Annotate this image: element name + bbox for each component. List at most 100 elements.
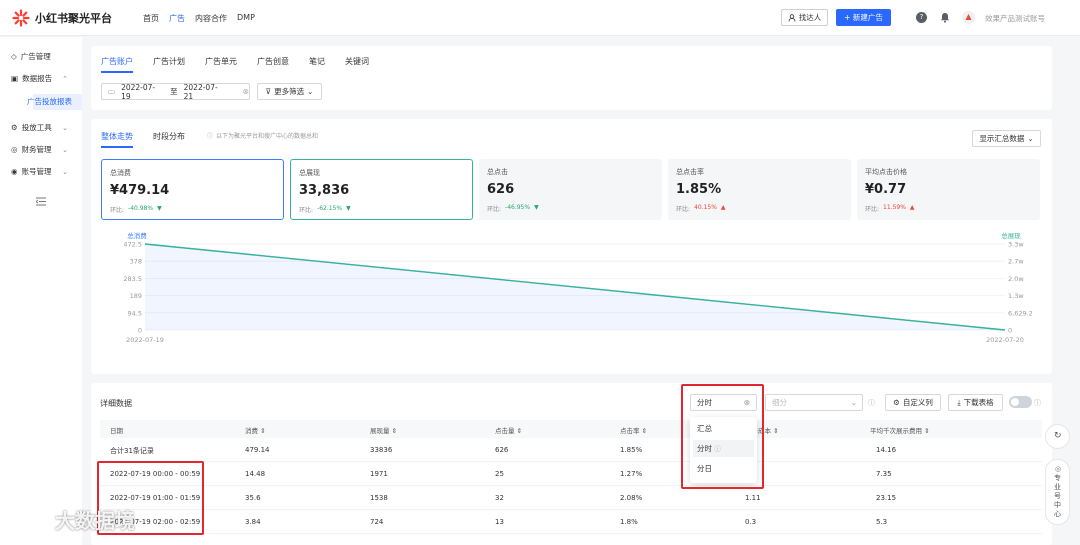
metric-value: ¥0.77 <box>865 182 907 197</box>
help-icon[interactable]: ? <box>916 12 927 23</box>
new-ad-button[interactable]: + 新建广告 <box>836 9 891 26</box>
subdivide-select[interactable]: 细分 ⌄ <box>765 394 863 411</box>
sidebar-item-label: 广告管理 <box>20 52 51 61</box>
column-header-clicks[interactable]: 点击量 ⇕ <box>495 425 522 435</box>
nav-content[interactable]: 内容合作 <box>195 13 227 24</box>
nav-home[interactable]: 首页 <box>143 13 159 24</box>
nav-dmp[interactable]: DMP <box>237 13 255 24</box>
metric-change-label: 环比: <box>865 206 880 213</box>
more-filter-button[interactable]: ⊽ 更多筛选 ⌄ <box>257 83 322 100</box>
download-table-button[interactable]: ⤓ 下载表格 <box>948 394 1003 411</box>
sidebar-item-account[interactable]: ◉ 账号管理 ⌄ <box>11 166 76 177</box>
cell-cpm: 14.16 <box>876 446 897 454</box>
clear-icon[interactable]: ⊗ <box>243 87 249 96</box>
y-left-axis-label: 总消费 <box>127 231 147 240</box>
y-left-tick-label: 283.5 <box>123 275 142 283</box>
pro-icon: ◎ <box>1055 465 1062 473</box>
sidebar-item-data-report[interactable]: ▣ 数据报告 ⌃ <box>11 73 76 84</box>
metric-value: ¥479.14 <box>110 183 170 198</box>
date-range-picker[interactable]: ▭ 2022-07-19 至 2022-07-21 ⊗ <box>101 83 250 101</box>
cell-cpm: 23.15 <box>876 494 897 502</box>
tab-plan[interactable]: 广告计划 <box>153 56 185 67</box>
table-row: 2022-07-19 01:00 - 01:59 35.6 1538 32 2.… <box>100 486 1042 510</box>
account-name[interactable]: 效果产品测试账号 <box>985 13 1045 24</box>
metric-change: 环比: -40.98% ▼ <box>110 205 275 214</box>
table-header: 日期 消费 ⇕ 展现量 ⇕ 点击量 ⇕ 点击率 ⇕ 点击成本 ⇕ 平均千次展示费… <box>100 420 1042 438</box>
column-header-label: 消费 <box>245 427 258 435</box>
more-filter-label: 更多筛选 <box>274 87 305 96</box>
tab-creative[interactable]: 广告创意 <box>257 56 289 67</box>
sidebar-item-finance[interactable]: ◎ 财务管理 ⌄ <box>11 144 76 155</box>
x-tick-label: 2022-07-20 <box>986 336 1024 344</box>
chart-icon: ▣ <box>11 74 19 83</box>
metric-label: 平均点击价格 <box>865 168 907 176</box>
metric-card-ctr[interactable]: 总点击率 1.85% 环比: 40.15% ▲ <box>668 159 851 220</box>
cell-ctr: 2.08% <box>620 494 643 502</box>
table-toggle[interactable] <box>1009 396 1032 408</box>
metric-change-value: 40.15% <box>694 204 717 211</box>
refresh-widget[interactable]: ↻ <box>1045 424 1070 449</box>
y-left-tick-label: 378 <box>130 258 142 266</box>
column-header-label: 点击量 <box>495 427 515 435</box>
y-right-tick-label: 0 <box>1008 327 1012 335</box>
chevron-up-icon: ⌃ <box>62 74 68 83</box>
sidebar-item-ad-management[interactable]: ◇ 广告管理 <box>11 51 76 62</box>
tab-keyword[interactable]: 关键词 <box>345 56 369 67</box>
summary-select[interactable]: 显示汇总数据 ⌄ <box>972 130 1041 147</box>
metric-change: 环比: -46.95% ▼ <box>487 204 654 213</box>
cell-ctr: 1.8% <box>620 518 638 526</box>
nav-ads[interactable]: 广告 <box>169 13 185 24</box>
column-header-ctr[interactable]: 点击率 ⇕ <box>620 425 647 435</box>
info-icon[interactable]: ⓘ <box>1034 398 1041 408</box>
y-right-tick-label: 2.0w <box>1008 275 1024 283</box>
column-header-impressions[interactable]: 展现量 ⇕ <box>370 425 397 435</box>
sidebar: ◇ 广告管理 ▣ 数据报告 ⌃ 广告投放报表 ⚙ 投放工具 ⌄ ◎ 财务管理 ⌄ ◉ 账号管理 ⌄ <box>0 37 82 545</box>
cell-cost: 479.14 <box>245 446 270 454</box>
custom-columns-button[interactable]: ⚙ 自定义列 <box>885 394 941 411</box>
bell-icon[interactable] <box>940 12 950 23</box>
metric-label: 总消费 <box>110 169 131 177</box>
tab-overall-trend[interactable]: 整体走势 <box>101 131 133 148</box>
watermark-text: 大数据境 <box>54 509 135 533</box>
metric-card-impressions[interactable]: 总展现 33,836 环比: -62.15% ▼ <box>290 159 473 220</box>
sidebar-item-ad-report[interactable]: 广告投放报表 <box>27 94 82 110</box>
cell-cost: 14.48 <box>245 470 266 478</box>
cell-cost: 35.6 <box>245 494 261 502</box>
cell-cost: 3.84 <box>245 518 261 526</box>
chevron-down-icon: ⌄ <box>1027 134 1034 143</box>
column-header-date[interactable]: 日期 <box>110 425 123 435</box>
logo-icon <box>12 9 30 27</box>
watermark: 大数据境 <box>6 505 135 534</box>
column-header-cost[interactable]: 消费 ⇕ <box>245 425 266 435</box>
find-talent-button[interactable]: 找达人 <box>781 9 828 26</box>
pro-center-widget[interactable]: ◎ 专业号中心 <box>1045 459 1070 525</box>
tab-account[interactable]: 广告账户 <box>101 56 133 73</box>
column-header-cpm[interactable]: 平均千次展示费用 ⇕ <box>870 425 930 435</box>
tab-note[interactable]: 笔记 <box>309 56 325 67</box>
top-bar: 小红书聚光平台 首页 广告 内容合作 DMP 找达人 + 新建广告 ? 效果产品… <box>0 0 1080 36</box>
metric-card-cost[interactable]: 总消费 ¥479.14 环比: -40.98% ▼ <box>101 159 284 220</box>
y-right-tick-label: 6,629.2 <box>1008 309 1033 317</box>
metric-value: 1.85% <box>676 182 722 197</box>
tab-unit[interactable]: 广告单元 <box>205 56 237 67</box>
cell-date: 合计31条记录 <box>110 447 154 455</box>
column-header-label: 展现量 <box>370 427 390 435</box>
column-header-label: 点击率 <box>620 427 640 435</box>
arrow-up-icon: ▲ <box>720 204 726 211</box>
entity-tabs: 广告账户 广告计划 广告单元 广告创意 笔记 关键词 <box>101 56 389 73</box>
info-icon[interactable]: ⓘ <box>868 398 875 408</box>
watermark-logo-icon <box>7 514 48 531</box>
new-ad-label: + 新建广告 <box>844 13 883 22</box>
logo[interactable]: 小红书聚光平台 <box>12 9 112 27</box>
avatar[interactable] <box>962 11 975 24</box>
metric-card-cpc[interactable]: 平均点击价格 ¥0.77 环比: 11.59% ▲ <box>857 159 1040 220</box>
info-icon: ⓘ <box>207 133 214 140</box>
metric-card-clicks[interactable]: 总点击 626 环比: -46.95% ▼ <box>479 159 662 220</box>
sidebar-item-tools[interactable]: ⚙ 投放工具 ⌄ <box>11 122 76 133</box>
collapse-icon[interactable] <box>36 197 46 206</box>
cell-clicks: 13 <box>495 518 504 526</box>
metric-change-value: -40.98% <box>128 205 154 212</box>
date-separator: 至 <box>170 87 178 96</box>
tab-hour-distribution[interactable]: 时段分布 <box>153 131 185 142</box>
y-left-tick-label: 472.5 <box>123 241 142 249</box>
